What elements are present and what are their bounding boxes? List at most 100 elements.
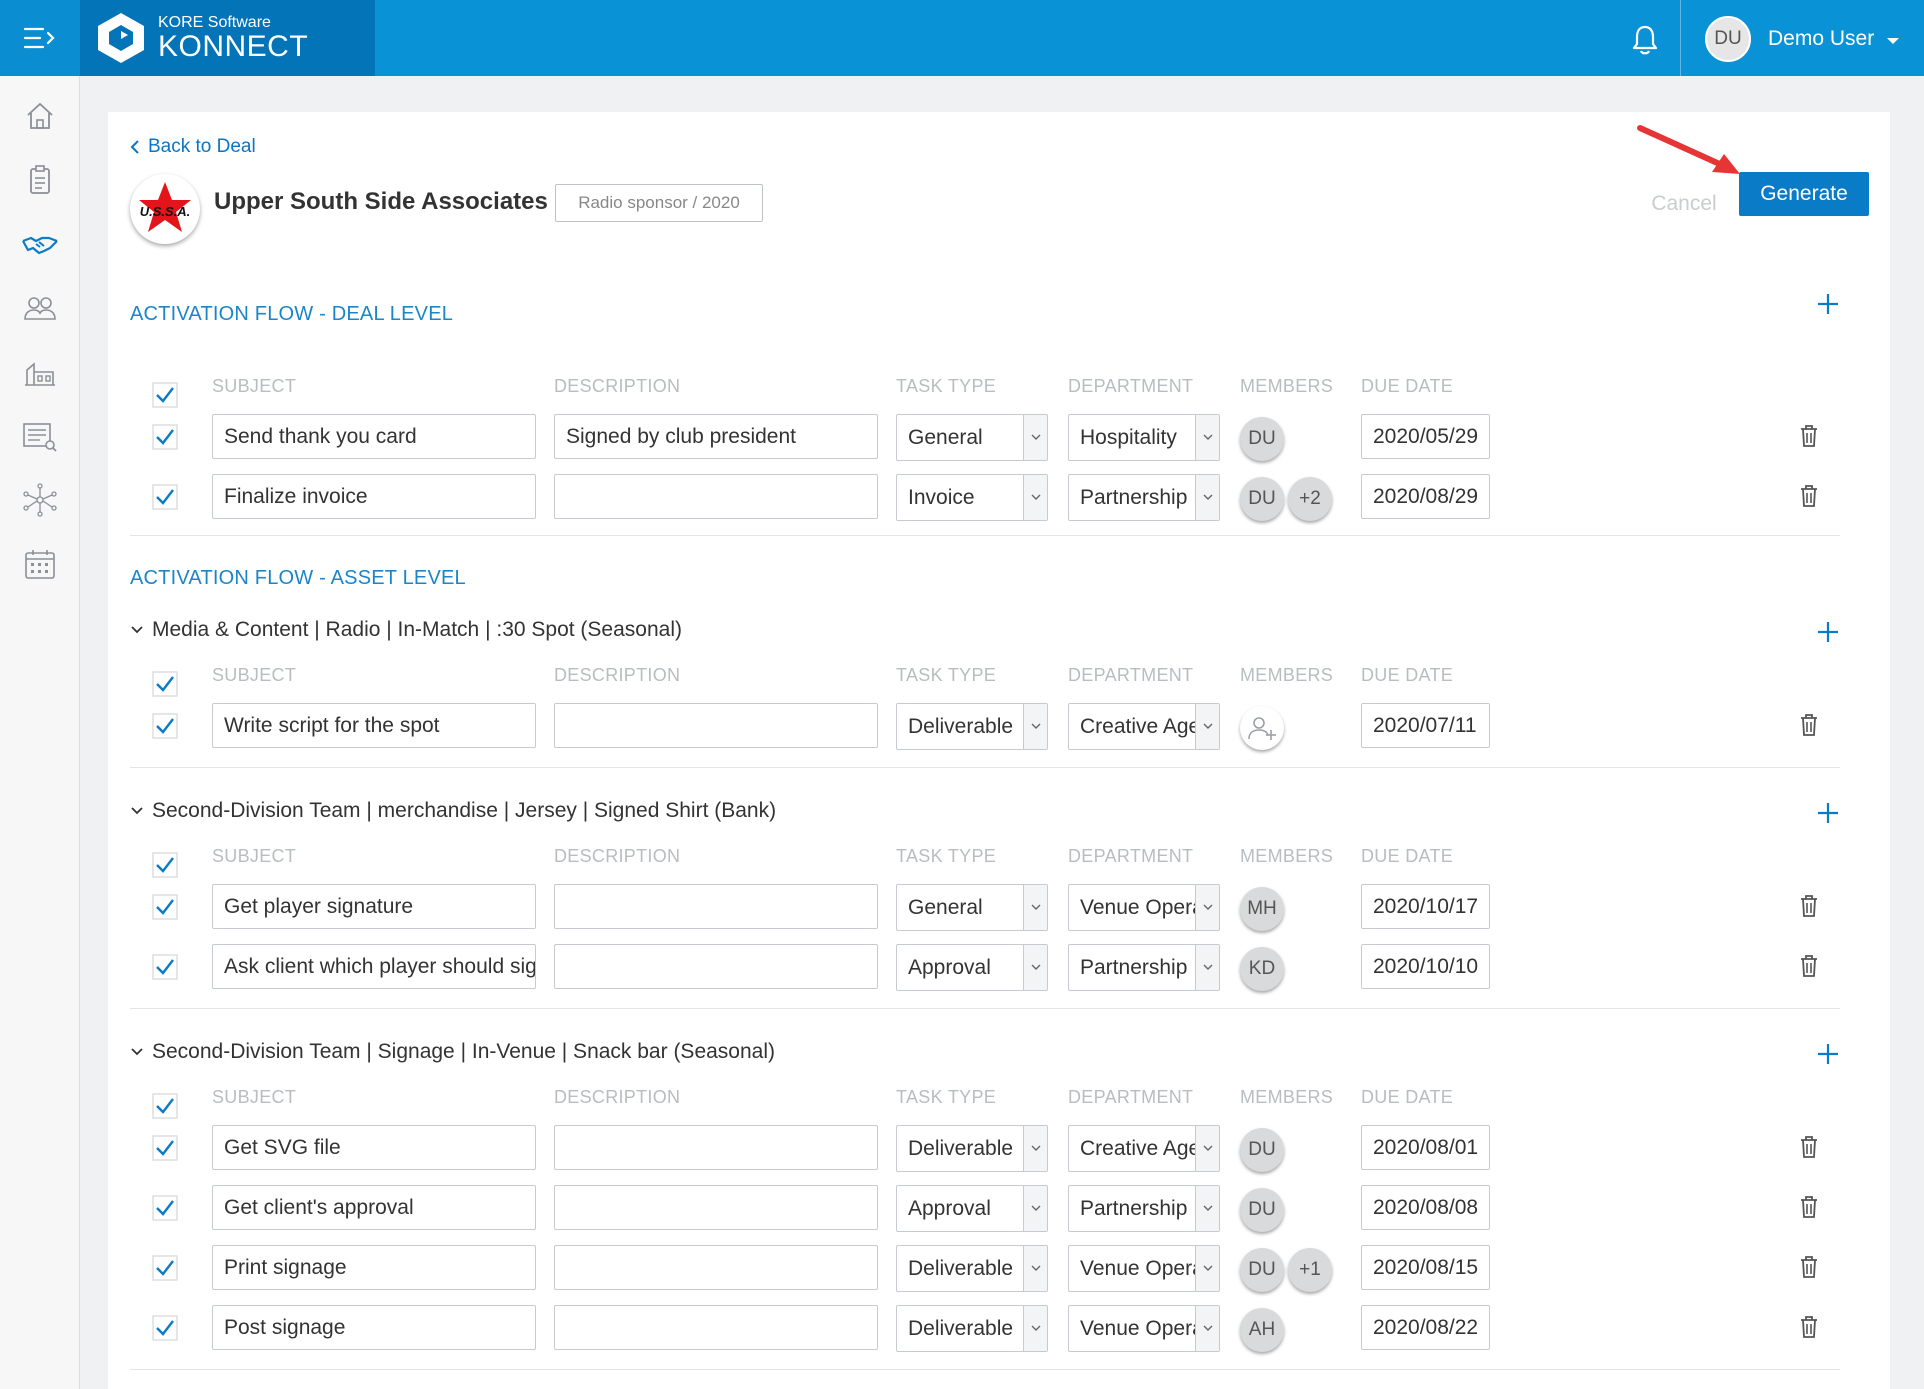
- member-avatar[interactable]: MH: [1240, 887, 1284, 931]
- department-select[interactable]: Creative Agency: [1068, 703, 1220, 750]
- asset-group-toggle[interactable]: Second-Division Team | merchandise | Jer…: [130, 799, 776, 823]
- department-select[interactable]: Partnership Management: [1068, 1185, 1220, 1232]
- department-select[interactable]: Venue Operations: [1068, 884, 1220, 931]
- chevron-down-icon[interactable]: [1195, 475, 1219, 520]
- brand[interactable]: KORE Software KONNECT: [80, 0, 375, 76]
- user-avatar[interactable]: DU: [1705, 16, 1751, 62]
- subject-input[interactable]: Get client's approval: [212, 1185, 536, 1230]
- generate-button[interactable]: Generate: [1739, 172, 1869, 216]
- notifications-bell-icon[interactable]: [1630, 24, 1660, 56]
- chevron-down-icon[interactable]: [1023, 885, 1047, 930]
- description-input[interactable]: [554, 884, 878, 929]
- chevron-down-icon[interactable]: [130, 806, 144, 816]
- chevron-down-icon[interactable]: [1195, 1306, 1219, 1351]
- chevron-down-icon[interactable]: [1195, 1246, 1219, 1291]
- chevron-down-icon[interactable]: [1195, 1186, 1219, 1231]
- delete-task-trash-icon[interactable]: [1798, 484, 1820, 508]
- add-member-icon[interactable]: [1240, 706, 1284, 750]
- subject-input[interactable]: Get player signature: [212, 884, 536, 929]
- due-date-input[interactable]: 2020/08/01: [1361, 1125, 1490, 1170]
- due-date-input[interactable]: 2020/08/08: [1361, 1185, 1490, 1230]
- due-date-input[interactable]: 2020/07/11: [1361, 703, 1490, 748]
- member-avatar[interactable]: KD: [1240, 947, 1284, 991]
- subject-input[interactable]: Write script for the spot: [212, 703, 536, 748]
- department-select[interactable]: Hospitality: [1068, 414, 1220, 461]
- subject-input[interactable]: Print signage: [212, 1245, 536, 1290]
- chevron-down-icon[interactable]: [1023, 945, 1047, 990]
- add-task-plus-icon[interactable]: [1816, 801, 1840, 825]
- chevron-down-icon[interactable]: [130, 625, 144, 635]
- task-type-select[interactable]: General: [896, 414, 1048, 461]
- user-menu-caret-icon[interactable]: [1887, 38, 1899, 44]
- checkbox-checked-icon[interactable]: [152, 484, 178, 510]
- task-type-select[interactable]: Approval: [896, 1185, 1048, 1232]
- more-members-badge[interactable]: +2: [1288, 477, 1332, 521]
- task-type-select[interactable]: Approval: [896, 944, 1048, 991]
- chevron-down-icon[interactable]: [1195, 415, 1219, 460]
- checkbox-checked-icon[interactable]: [152, 671, 178, 697]
- description-input[interactable]: [554, 1185, 878, 1230]
- member-avatar[interactable]: DU: [1240, 1248, 1284, 1292]
- department-select[interactable]: Partnership Management: [1068, 474, 1220, 521]
- more-members-badge[interactable]: +1: [1288, 1248, 1332, 1292]
- subject-input[interactable]: Get SVG file: [212, 1125, 536, 1170]
- department-select[interactable]: Venue Operations: [1068, 1305, 1220, 1352]
- add-task-plus-icon[interactable]: [1816, 1042, 1840, 1066]
- back-to-deal-link[interactable]: Back to Deal: [130, 136, 256, 158]
- checkbox-checked-icon[interactable]: [152, 852, 178, 878]
- chevron-down-icon[interactable]: [130, 1047, 144, 1057]
- chevron-down-icon[interactable]: [1023, 1246, 1047, 1291]
- task-type-select[interactable]: Invoice: [896, 474, 1048, 521]
- delete-task-trash-icon[interactable]: [1798, 1315, 1820, 1339]
- subject-input[interactable]: Ask client which player should sign: [212, 944, 536, 989]
- department-select[interactable]: Partnership Management: [1068, 944, 1220, 991]
- description-input[interactable]: [554, 1125, 878, 1170]
- due-date-input[interactable]: 2020/05/29: [1361, 414, 1490, 459]
- due-date-input[interactable]: 2020/10/17: [1361, 884, 1490, 929]
- checkbox-checked-icon[interactable]: [152, 1195, 178, 1221]
- due-date-input[interactable]: 2020/08/15: [1361, 1245, 1490, 1290]
- member-avatar[interactable]: DU: [1240, 477, 1284, 521]
- chevron-down-icon[interactable]: [1195, 704, 1219, 749]
- delete-task-trash-icon[interactable]: [1798, 954, 1820, 978]
- department-select[interactable]: Venue Operations: [1068, 1245, 1220, 1292]
- add-task-plus-icon[interactable]: [1816, 292, 1840, 316]
- network-icon[interactable]: [20, 480, 60, 520]
- chevron-down-icon[interactable]: [1023, 704, 1047, 749]
- checkbox-checked-icon[interactable]: [152, 1093, 178, 1119]
- checkbox-checked-icon[interactable]: [152, 954, 178, 980]
- member-avatar[interactable]: DU: [1240, 417, 1284, 461]
- contacts-group-icon[interactable]: [20, 288, 60, 328]
- report-search-icon[interactable]: [20, 416, 60, 456]
- checkbox-checked-icon[interactable]: [152, 1135, 178, 1161]
- task-type-select[interactable]: Deliverable: [896, 703, 1048, 750]
- chevron-down-icon[interactable]: [1195, 1126, 1219, 1171]
- checkbox-checked-icon[interactable]: [152, 382, 178, 408]
- due-date-input[interactable]: 2020/08/22: [1361, 1305, 1490, 1350]
- subject-input[interactable]: Finalize invoice: [212, 474, 536, 519]
- chevron-down-icon[interactable]: [1023, 415, 1047, 460]
- delete-task-trash-icon[interactable]: [1798, 1135, 1820, 1159]
- cancel-button[interactable]: Cancel: [1644, 182, 1724, 226]
- task-type-select[interactable]: Deliverable: [896, 1245, 1048, 1292]
- department-select[interactable]: Creative Agency: [1068, 1125, 1220, 1172]
- task-type-select[interactable]: Deliverable: [896, 1125, 1048, 1172]
- due-date-input[interactable]: 2020/08/29: [1361, 474, 1490, 519]
- description-input[interactable]: [554, 474, 878, 519]
- chevron-down-icon[interactable]: [1023, 1126, 1047, 1171]
- checkbox-checked-icon[interactable]: [152, 424, 178, 450]
- chevron-down-icon[interactable]: [1023, 1186, 1047, 1231]
- checkbox-checked-icon[interactable]: [152, 713, 178, 739]
- delete-task-trash-icon[interactable]: [1798, 1195, 1820, 1219]
- delete-task-trash-icon[interactable]: [1798, 1255, 1820, 1279]
- subject-input[interactable]: Post signage: [212, 1305, 536, 1350]
- checkbox-checked-icon[interactable]: [152, 894, 178, 920]
- chevron-down-icon[interactable]: [1023, 475, 1047, 520]
- description-input[interactable]: [554, 703, 878, 748]
- asset-group-toggle[interactable]: Media & Content | Radio | In-Match | :30…: [130, 618, 682, 642]
- asset-group-toggle[interactable]: Second-Division Team | Signage | In-Venu…: [130, 1040, 775, 1064]
- chevron-down-icon[interactable]: [1023, 1306, 1047, 1351]
- member-avatar[interactable]: DU: [1240, 1128, 1284, 1172]
- description-input[interactable]: [554, 1305, 878, 1350]
- description-input[interactable]: [554, 1245, 878, 1290]
